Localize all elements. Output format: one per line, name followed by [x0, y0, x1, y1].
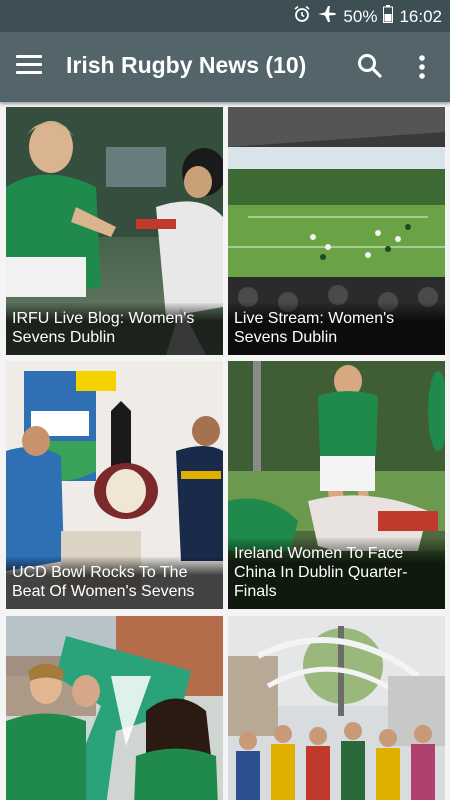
article-title: UCD Bowl Rocks To The Beat Of Women's Se…: [6, 557, 223, 609]
search-icon[interactable]: [356, 52, 384, 80]
status-bar: 50% 16:02: [0, 0, 450, 32]
status-icons: 50% 16:02: [293, 5, 442, 28]
clock: 16:02: [399, 6, 442, 26]
news-card[interactable]: [6, 616, 223, 800]
battery-percent: 50%: [343, 6, 378, 26]
article-title: Live Stream: Women's Sevens Dublin: [228, 303, 445, 355]
more-vert-icon[interactable]: [410, 52, 434, 82]
app-title: Irish Rugby News (10): [66, 52, 307, 78]
news-card[interactable]: UCD Bowl Rocks To The Beat Of Women's Se…: [6, 361, 223, 609]
battery-icon: [383, 5, 394, 28]
news-card[interactable]: Live Stream: Women's Sevens Dublin: [228, 107, 445, 355]
app-bar: Irish Rugby News (10): [0, 32, 450, 102]
alarm-icon: [293, 5, 311, 28]
airplane-icon: [317, 5, 337, 28]
news-card[interactable]: Ireland Women To Face China In Dublin Qu…: [228, 361, 445, 609]
article-image: [6, 616, 223, 800]
article-image: [228, 616, 445, 800]
news-grid: IRFU Live Blog: Women's Sevens Dublin Li…: [0, 102, 450, 800]
article-title: Ireland Women To Face China In Dublin Qu…: [228, 538, 445, 609]
article-title: IRFU Live Blog: Women's Sevens Dublin: [6, 303, 223, 355]
news-card[interactable]: [228, 616, 445, 800]
menu-icon[interactable]: [16, 55, 42, 79]
news-card[interactable]: IRFU Live Blog: Women's Sevens Dublin: [6, 107, 223, 355]
